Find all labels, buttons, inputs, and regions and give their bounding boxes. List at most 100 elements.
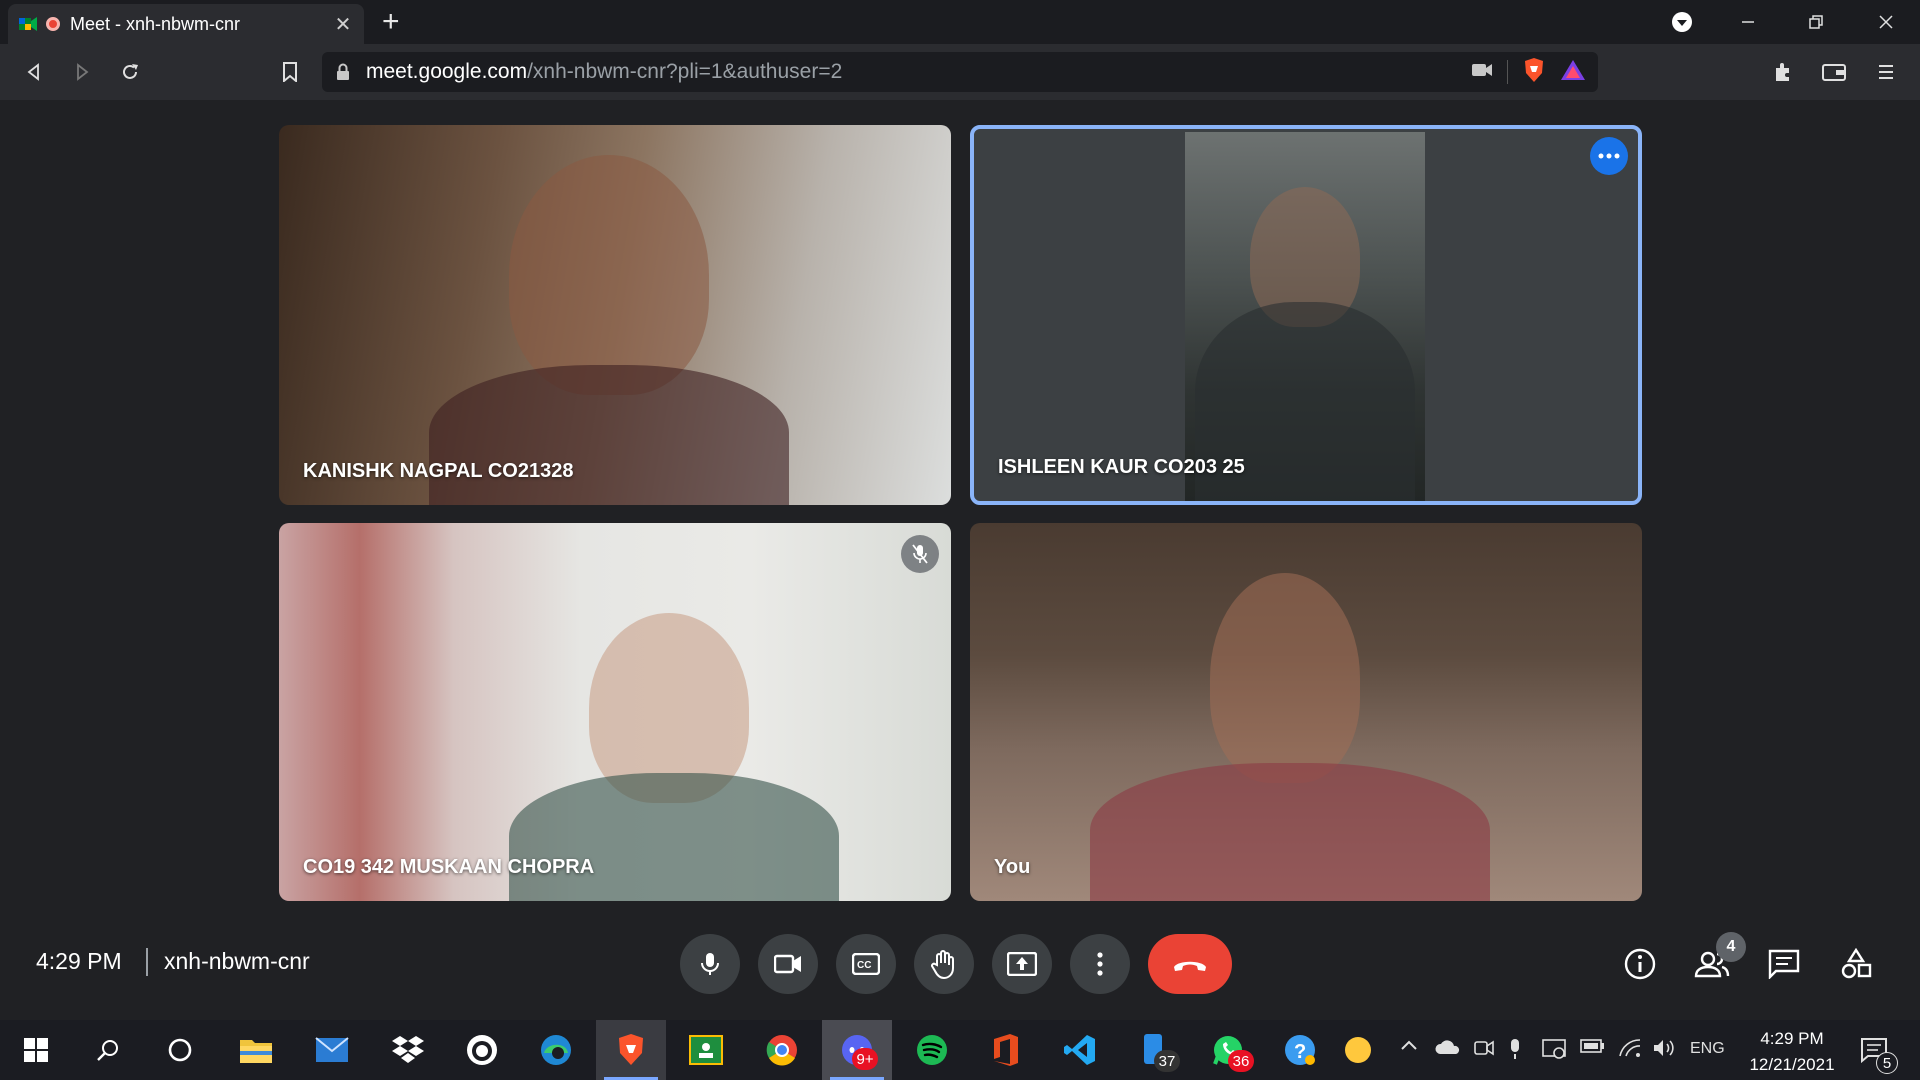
tab-close-icon[interactable]: ✕ xyxy=(332,12,354,37)
participant-video-silhouette xyxy=(1210,573,1360,783)
show-hidden-icons-icon[interactable] xyxy=(1400,1038,1418,1056)
browser-toolbar: meet.google.com/xnh-nbwm-cnr?pli=1&authu… xyxy=(0,44,1920,100)
present-button[interactable] xyxy=(992,934,1052,994)
address-bar[interactable]: meet.google.com/xnh-nbwm-cnr?pli=1&authu… xyxy=(322,52,1598,92)
participant-name: You xyxy=(994,856,1031,878)
captions-button[interactable]: CC xyxy=(836,934,896,994)
chat-button[interactable] xyxy=(1762,942,1806,986)
activities-icon xyxy=(1841,948,1872,979)
participant-name: KANISHK NAGPAL CO21328 xyxy=(303,460,574,482)
participant-video-silhouette xyxy=(509,155,709,395)
more-options-icon[interactable] xyxy=(1590,137,1628,175)
window-close-icon[interactable] xyxy=(1866,8,1906,36)
participant-video-body xyxy=(429,365,789,505)
chrome-icon[interactable] xyxy=(762,1030,802,1070)
edge-icon[interactable] xyxy=(536,1030,576,1070)
meet-video-grid: KANISHK NAGPAL CO21328 ISHLEEN KAUR CO20… xyxy=(0,100,1920,920)
url-path: /xnh-nbwm-cnr?pli=1&authuser=2 xyxy=(527,60,843,83)
participant-tile-self[interactable]: You xyxy=(970,523,1642,901)
volume-icon[interactable] xyxy=(1652,1038,1676,1063)
wallet-icon[interactable] xyxy=(1820,58,1848,86)
participant-video-body xyxy=(1090,763,1490,901)
cortana-icon[interactable] xyxy=(160,1030,200,1070)
system-time: 4:29 PM xyxy=(1760,1029,1824,1048)
phone-link-icon[interactable]: 37 xyxy=(1134,1030,1180,1072)
office-icon[interactable] xyxy=(986,1030,1026,1070)
action-center-icon[interactable]: 5 xyxy=(1854,1030,1898,1074)
bookmark-icon[interactable] xyxy=(276,58,304,86)
participant-tile-active-speaker[interactable]: ISHLEEN KAUR CO203 25 xyxy=(970,125,1642,505)
google-classroom-icon[interactable] xyxy=(686,1030,726,1070)
search-icon[interactable] xyxy=(88,1030,128,1070)
raise-hand-button[interactable] xyxy=(914,934,974,994)
info-icon xyxy=(1624,948,1656,980)
system-clock[interactable]: 4:29 PM 12/21/2021 xyxy=(1742,1026,1842,1078)
get-help-icon[interactable]: ? xyxy=(1280,1030,1320,1070)
participant-tile[interactable]: KANISHK NAGPAL CO21328 xyxy=(279,125,951,505)
meeting-clock: 4:29 PM xyxy=(36,948,122,974)
battery-icon[interactable] xyxy=(1580,1038,1606,1059)
dropbox-icon[interactable] xyxy=(388,1030,428,1070)
mic-button[interactable] xyxy=(680,934,740,994)
people-button[interactable]: 4 xyxy=(1690,932,1746,986)
back-icon[interactable] xyxy=(20,58,48,86)
discord-badge: 9+ xyxy=(852,1048,878,1070)
wifi-icon[interactable] xyxy=(1618,1038,1642,1063)
phone-badge: 37 xyxy=(1154,1050,1180,1072)
input-language[interactable]: ENG xyxy=(1690,1040,1725,1058)
minimize-icon[interactable] xyxy=(1728,8,1768,36)
recording-indicator-icon xyxy=(46,17,60,31)
participant-tile[interactable]: CO19 342 MUSKAAN CHOPRA xyxy=(279,523,951,901)
omnibox-separator xyxy=(1507,60,1508,84)
whatsapp-badge: 36 xyxy=(1228,1050,1254,1072)
muted-mic-icon xyxy=(901,535,939,573)
discord-icon[interactable]: 9+ xyxy=(822,1020,892,1080)
svg-text:CC: CC xyxy=(857,960,871,971)
file-explorer-icon[interactable] xyxy=(236,1030,276,1070)
microphone-in-use-icon[interactable] xyxy=(1508,1038,1522,1065)
meeting-code: xnh-nbwm-cnr xyxy=(164,948,310,974)
whatsapp-icon[interactable]: 36 xyxy=(1208,1030,1254,1072)
raise-hand-icon xyxy=(931,950,954,979)
security-icon[interactable] xyxy=(1542,1038,1566,1065)
github-desktop-icon[interactable] xyxy=(462,1030,502,1070)
extensions-icon[interactable] xyxy=(1770,58,1798,86)
mail-icon[interactable] xyxy=(312,1030,352,1070)
onedrive-icon[interactable] xyxy=(1434,1038,1462,1061)
participant-name: ISHLEEN KAUR CO203 25 xyxy=(998,456,1245,478)
brave-shields-icon[interactable] xyxy=(1522,57,1546,88)
profile-dropdown-icon[interactable] xyxy=(1662,8,1702,36)
camera-button[interactable] xyxy=(758,934,818,994)
more-options-button[interactable] xyxy=(1070,934,1130,994)
brave-rewards-icon[interactable] xyxy=(1560,58,1586,87)
browser-tab[interactable]: Meet - xnh-nbwm-cnr ✕ xyxy=(8,4,364,44)
brave-taskbar-icon[interactable] xyxy=(596,1020,666,1080)
svg-text:?: ? xyxy=(1294,1041,1306,1063)
clock-separator xyxy=(146,948,148,976)
windows-start-icon[interactable] xyxy=(16,1030,56,1070)
camera-icon xyxy=(774,954,801,974)
meeting-details-button[interactable] xyxy=(1618,942,1662,986)
sticky-notes-icon[interactable] xyxy=(1338,1030,1378,1070)
tab-title: Meet - xnh-nbwm-cnr xyxy=(70,13,241,34)
new-tab-icon[interactable]: + xyxy=(382,6,400,38)
meet-now-icon[interactable] xyxy=(1474,1038,1494,1063)
menu-icon[interactable] xyxy=(1872,58,1900,86)
mic-icon xyxy=(701,953,719,975)
camera-in-use-icon[interactable] xyxy=(1471,62,1493,83)
windows-taskbar: 9+ 37 36 ? ENG 4:29 PM 12/21/2021 5 xyxy=(0,1020,1920,1080)
lock-icon xyxy=(336,63,350,81)
end-call-button[interactable] xyxy=(1148,934,1232,994)
activities-button[interactable] xyxy=(1834,942,1878,986)
participant-name: CO19 342 MUSKAAN CHOPRA xyxy=(303,856,595,878)
end-call-icon xyxy=(1174,961,1206,971)
restore-icon[interactable] xyxy=(1796,8,1836,36)
reload-icon[interactable] xyxy=(116,58,144,86)
participant-video-body xyxy=(509,773,839,901)
spotify-icon[interactable] xyxy=(912,1030,952,1070)
chat-icon xyxy=(1768,949,1800,979)
present-icon xyxy=(1007,952,1037,976)
forward-icon[interactable] xyxy=(68,58,96,86)
vscode-icon[interactable] xyxy=(1060,1030,1100,1070)
notification-count-badge: 5 xyxy=(1876,1052,1898,1074)
